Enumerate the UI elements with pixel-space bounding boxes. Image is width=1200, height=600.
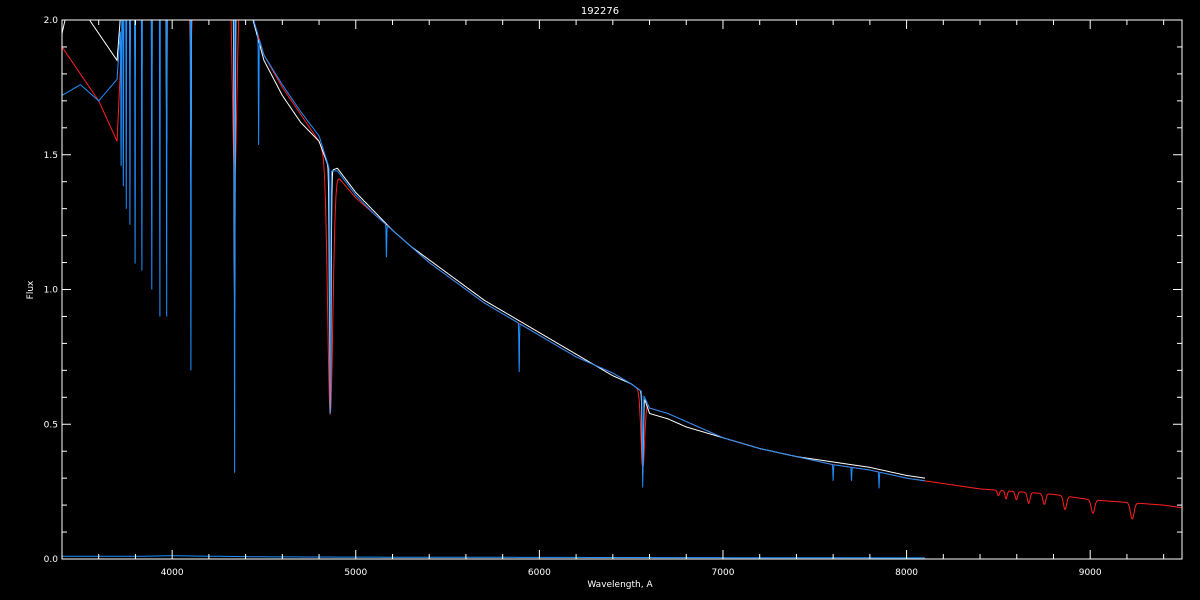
x-axis-label: Wavelength, A [587,580,653,590]
chart-title: 192276 [581,6,619,17]
x-tick-label: 8000 [895,568,918,578]
y-tick-label: 0.5 [44,420,58,430]
x-tick-label: 6000 [528,568,551,578]
y-tick-label: 0.0 [44,555,59,565]
x-tick-label: 9000 [1079,568,1102,578]
x-tick-label: 4000 [161,568,184,578]
y-tick-label: 1.5 [44,151,58,161]
y-axis-label: Flux [26,280,36,299]
x-tick-label: 7000 [712,568,735,578]
spectrum-chart: 192276 Wavelength, A Flux 4000 5000 6000 70… [0,0,1200,600]
x-tick-label: 5000 [344,568,367,578]
y-tick-label: 2.0 [44,16,59,26]
chart-background [0,0,1200,600]
y-tick-label: 1.0 [44,286,59,296]
